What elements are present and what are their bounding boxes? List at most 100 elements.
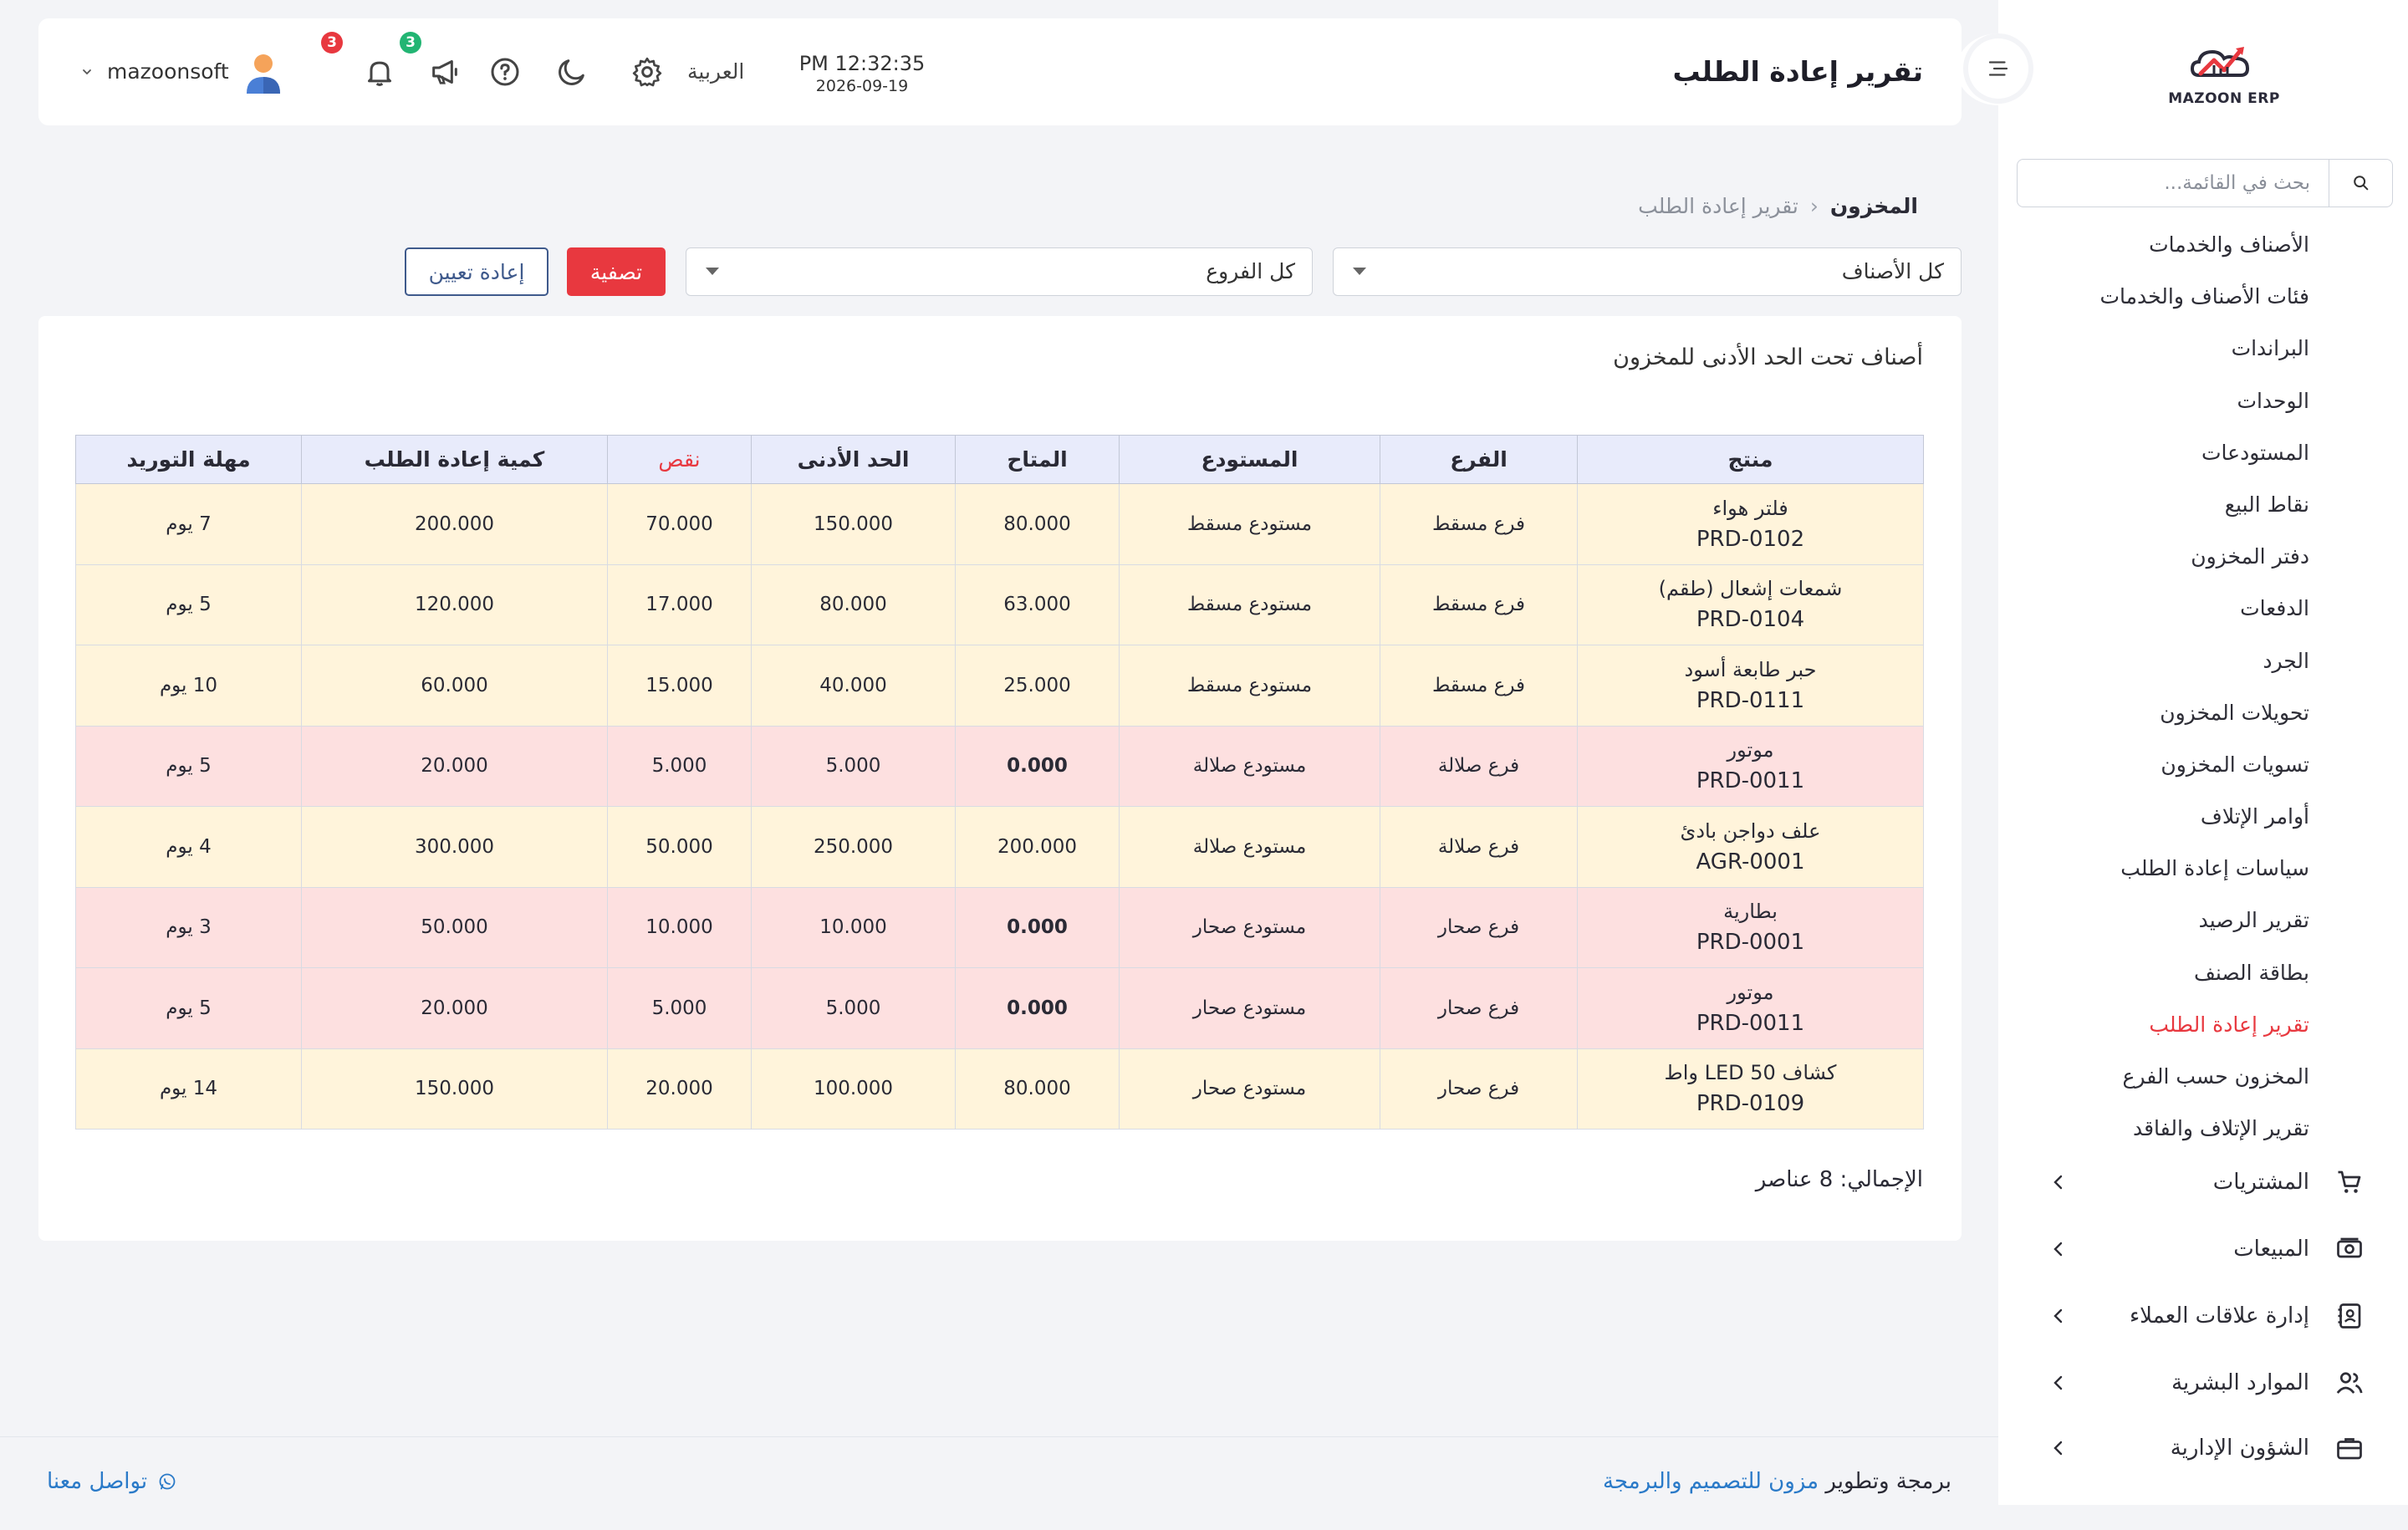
cell-shortage: 50.000 xyxy=(607,806,752,888)
branch-select[interactable]: كل الفروع xyxy=(686,247,1313,296)
avatar[interactable] xyxy=(243,52,283,95)
sidebar-toggle-wrap xyxy=(1956,33,2040,105)
column-header-shortage[interactable]: نقص xyxy=(607,435,752,484)
sidebar-item-inventory-ledger[interactable]: دفتر المخزون xyxy=(1998,531,2408,583)
chevron-left-icon xyxy=(2053,1175,2063,1190)
reset-button[interactable]: إعادة تعيين xyxy=(405,247,548,296)
cell-branch: فرع صلالة xyxy=(1380,725,1578,807)
sidebar-item-stock-adjustments[interactable]: تسويات المخزون xyxy=(1998,739,2408,791)
sidebar-group-label: المبيعات xyxy=(2233,1237,2309,1262)
sidebar-item-stock-transfers[interactable]: تحويلات المخزون xyxy=(1998,687,2408,739)
cell-available: 80.000 xyxy=(955,1048,1120,1130)
megaphone-icon[interactable] xyxy=(428,55,462,89)
bell-icon[interactable] xyxy=(363,55,396,89)
sidebar-item-units[interactable]: الوحدات xyxy=(1998,375,2408,427)
table-row[interactable]: بطارية PRD-0001 فرع صحار مستودع صحار 0.000 10… xyxy=(75,886,1924,968)
column-header-lead-time[interactable]: مهلة التوريد xyxy=(75,435,302,484)
product-code: PRD-0104 xyxy=(1696,607,1805,633)
sidebar-item-batches[interactable]: الدفعات xyxy=(1998,583,2408,635)
sidebar-item-balance-report[interactable]: تقرير الرصيد xyxy=(1998,895,2408,946)
filter-button[interactable]: تصفية xyxy=(567,247,666,296)
footer-credit: برمجة وتطوير مزون للتصميم والبرمجة xyxy=(1603,1469,1951,1494)
breadcrumb-separator-icon: ‹ xyxy=(1809,194,1819,218)
cell-lead-time: 10 يوم xyxy=(75,645,302,727)
column-header-warehouse[interactable]: المستودع xyxy=(1119,435,1380,484)
sidebar-item-points-of-sale[interactable]: نقاط البيع xyxy=(1998,479,2408,531)
product-name: علف دواجن بادئ xyxy=(1680,819,1821,843)
gear-icon[interactable] xyxy=(630,55,664,89)
cell-product: فلتر هواء PRD-0102 xyxy=(1577,483,1924,565)
moon-icon[interactable] xyxy=(555,55,589,89)
sidebar-group-crm[interactable]: إدارة علاقات العملاء xyxy=(1998,1291,2408,1341)
cell-branch: فرع صحار xyxy=(1380,1048,1578,1130)
chevron-down-icon xyxy=(83,69,91,75)
column-header-branch[interactable]: الفرع xyxy=(1380,435,1578,484)
cell-product: موتور PRD-0011 xyxy=(1577,725,1924,807)
sidebar-item-items-services[interactable]: الأصناف والخدمات xyxy=(1998,219,2408,271)
table-row[interactable]: حبر طابعة أسود PRD-0111 فرع مسقط مستودع مسق… xyxy=(75,645,1924,727)
chevron-left-icon xyxy=(2053,1441,2063,1456)
sidebar-item-disposal-orders[interactable]: أوامر الإتلاف xyxy=(1998,791,2408,843)
sidebar-item-stock-by-branch[interactable]: المخزون حسب الفرع xyxy=(1998,1051,2408,1103)
sidebar-group-purchases[interactable]: المشتريات xyxy=(1998,1157,2408,1207)
cell-shortage: 17.000 xyxy=(607,564,752,645)
column-header-available[interactable]: المتاح xyxy=(955,435,1120,484)
breadcrumb-parent[interactable]: المخزون xyxy=(1830,194,1918,218)
cell-reorder-qty: 150.000 xyxy=(301,1048,608,1130)
table-row[interactable]: كشاف LED 50 واط PRD-0109 فرع صحار مستودع صح… xyxy=(75,1048,1924,1130)
cell-product: حبر طابعة أسود PRD-0111 xyxy=(1577,645,1924,727)
category-select-value: كل الأصناف xyxy=(1841,259,1944,283)
footer-credit-link[interactable]: مزون للتصميم والبرمجة xyxy=(1603,1469,1819,1494)
table-row[interactable]: شمعات إشعال (طقم) PRD-0104 فرع مسقط مستودع … xyxy=(75,564,1924,645)
cell-reorder-qty: 120.000 xyxy=(301,564,608,645)
category-select[interactable]: كل الأصناف xyxy=(1333,247,1962,296)
cell-warehouse: مستودع صحار xyxy=(1119,967,1380,1049)
sidebar-search-button[interactable] xyxy=(2329,160,2392,207)
table-row[interactable]: موتور PRD-0011 فرع صلالة مستودع صلالة 0.000 5… xyxy=(75,725,1924,807)
cell-branch: فرع مسقط xyxy=(1380,645,1578,727)
cell-minimum: 100.000 xyxy=(751,1048,956,1130)
sidebar-group-administration[interactable]: الشؤون الإدارية xyxy=(1998,1423,2408,1473)
sidebar-group-hr[interactable]: الموارد البشرية xyxy=(1998,1358,2408,1408)
clock: PM 12:32:35 2026-09-19 xyxy=(791,52,933,95)
language-switch[interactable]: العربية xyxy=(687,18,744,125)
cell-available: 200.000 xyxy=(955,806,1120,888)
cell-reorder-qty: 200.000 xyxy=(301,483,608,565)
sidebar-item-reorder-policies[interactable]: سياسات إعادة الطلب xyxy=(1998,843,2408,895)
cell-minimum: 5.000 xyxy=(751,725,956,807)
sidebar-item-reorder-report[interactable]: تقرير إعادة الطلب xyxy=(1998,999,2408,1051)
column-header-minimum[interactable]: الحد الأدنى xyxy=(751,435,956,484)
product-code: PRD-0011 xyxy=(1696,768,1805,794)
sidebar-item-item-categories[interactable]: فئات الأصناف والخدمات xyxy=(1998,271,2408,323)
cell-reorder-qty: 20.000 xyxy=(301,725,608,807)
cell-product: شمعات إشعال (طقم) PRD-0104 xyxy=(1577,564,1924,645)
sidebar-item-stocktake[interactable]: الجرد xyxy=(1998,635,2408,687)
column-header-product[interactable]: منتج xyxy=(1577,435,1924,484)
sidebar-search xyxy=(2017,159,2393,207)
column-header-reorder-qty[interactable]: كمية إعادة الطلب xyxy=(301,435,608,484)
footer: برمجة وتطوير مزون للتصميم والبرمجة تواصل… xyxy=(0,1436,1998,1530)
announcements-badge: 3 xyxy=(400,32,421,54)
cell-shortage: 20.000 xyxy=(607,1048,752,1130)
sidebar-item-item-card[interactable]: بطاقة الصنف xyxy=(1998,947,2408,999)
sidebar-group-sales[interactable]: المبيعات xyxy=(1998,1224,2408,1274)
sidebar-item-warehouses[interactable]: المستودعات xyxy=(1998,427,2408,479)
sidebar-search-input[interactable] xyxy=(2018,160,2329,207)
table-row[interactable]: علف دواجن بادئ AGR-0001 فرع صلالة مستودع صل… xyxy=(75,806,1924,888)
help-icon[interactable] xyxy=(488,55,522,89)
cell-warehouse: مستودع صلالة xyxy=(1119,725,1380,807)
cell-available: 63.000 xyxy=(955,564,1120,645)
table-row[interactable]: فلتر هواء PRD-0102 فرع مسقط مستودع مسقط 80.0… xyxy=(75,483,1924,565)
sidebar-item-damage-loss-report[interactable]: تقرير الإتلاف والفاقد xyxy=(1998,1103,2408,1155)
cell-branch: فرع مسقط xyxy=(1380,483,1578,565)
logo[interactable]: MAZOON ERP xyxy=(2149,33,2299,117)
product-name: موتور xyxy=(1727,980,1774,1004)
cell-branch: فرع صحار xyxy=(1380,886,1578,968)
cell-shortage: 15.000 xyxy=(607,645,752,727)
table-row[interactable]: موتور PRD-0011 فرع صحار مستودع صحار 0.000 5.0… xyxy=(75,967,1924,1049)
cell-shortage: 70.000 xyxy=(607,483,752,565)
sidebar-toggle-button[interactable] xyxy=(1968,38,2028,99)
page-title: تقرير إعادة الطلب xyxy=(1672,55,1923,88)
contact-us-link[interactable]: تواصل معنا xyxy=(47,1469,177,1494)
sidebar-item-brands[interactable]: البراندات xyxy=(1998,323,2408,375)
